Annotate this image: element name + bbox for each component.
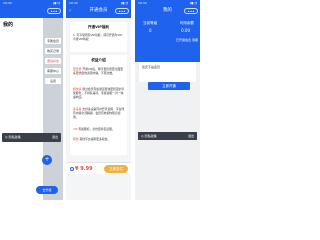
rights-item: 超快速 通过会员专属通道更快更稳定的享受服务，不排队等待，专属客服一对一快速响应…	[73, 87, 125, 99]
membership-card: 您还不是会员	[139, 62, 196, 82]
rights-item: 多设备 支持多设备同时登录使用，平台所有内容全部解锁，会员有效期内随意使用。	[73, 107, 125, 119]
membership-status: 您还不是会员	[142, 65, 161, 69]
side-tag[interactable]: 邀请好友	[45, 58, 61, 64]
rights-item: 更优质 开通VIP后，畅享更优质更全面更多更优质的资源内容，不限次数。	[73, 67, 125, 75]
side-tag[interactable]: 客服中心	[45, 68, 61, 74]
rights-item-text: 专属图标，身份更尊贵显眼。	[78, 127, 115, 131]
my-account-screen: 19:34 ▮▮ ◔ 我的 ••• 当前等级 可用余额 0 0.00 已开通会员…	[135, 0, 200, 200]
benefit-heading: 开通VIP福利	[87, 25, 110, 29]
privacy-link[interactable]: ◎ 隐私政策	[141, 132, 157, 140]
menu-capsule-button[interactable]: •••	[115, 8, 129, 14]
privacy-link[interactable]: ◎ 隐私政策	[5, 133, 21, 142]
balance-value: 0.00	[181, 28, 190, 33]
rights-item: 其他 其他平台福利更多权益。	[73, 137, 125, 141]
side-tag[interactable]: 专属会员	[45, 38, 61, 44]
logout-link[interactable]: 退出	[52, 133, 58, 142]
top-bar: 19:34 ▮▮ ◔ 我的 •••	[135, 0, 200, 18]
vip-purchase-screen: 19:30 ▮▮ ◔ ‹ 开通会员 ••• 开通VIP福利 1. 可享受所有VI…	[66, 0, 131, 200]
side-tag[interactable]: 购买记录	[45, 48, 61, 54]
logout-link[interactable]: 退出	[188, 132, 194, 140]
top-bar: 19:30 ▮▮ ◔ ‹ 开通会员 •••	[66, 0, 131, 18]
agree-checkbox[interactable]	[70, 167, 74, 171]
checkout-bar: ¥ 9.99 立即支付	[66, 162, 131, 174]
level-value: 0	[149, 28, 152, 33]
upgrade-button[interactable]: 去升级	[36, 186, 58, 194]
benefit-line: 1. 可享受所有VIP功能，即可开通为VIP，享受VIP特权	[73, 33, 125, 41]
status-icons: ▮▮ ◔	[190, 1, 197, 5]
status-time: 19:30	[69, 1, 78, 5]
menu-capsule-button[interactable]: •••	[47, 8, 61, 14]
status-icons: ▮▮ ◔	[121, 1, 128, 5]
drawer-heading: 我的	[3, 22, 14, 28]
rights-card: 权益介绍 更优质 开通VIP后，畅享更优质更全面更多更优质的资源内容，不限次数。…	[70, 55, 127, 155]
activate-membership-button[interactable]: 立即开通	[148, 82, 190, 90]
add-icon[interactable]: +	[42, 155, 52, 165]
rights-heading: 权益介绍	[91, 58, 106, 62]
drawer-scrim[interactable]	[43, 18, 63, 200]
status-icons: ▮▮ ◔	[53, 1, 60, 5]
menu-capsule-button[interactable]: •••	[184, 8, 198, 14]
account-footer: ◎ 隐私政策 退出	[138, 132, 197, 140]
rights-item-tag: 其他	[73, 137, 79, 141]
profile-drawer-screen: 19:34 ▮▮ ◔ ••• 我的 专属会员 购买记录 邀请好友 客服中心 设置…	[0, 0, 63, 200]
top-bar: 19:34 ▮▮ ◔ •••	[0, 0, 63, 18]
pay-now-button[interactable]: 立即支付	[104, 165, 128, 173]
rights-item: VIP 专属图标，身份更尊贵显眼。	[73, 127, 125, 131]
membership-note: 已开通会员 到期	[176, 38, 198, 42]
rights-item-text: 通过会员专属通道更快更稳定的享受服务，不排队等待，专属客服一对一快速响应。	[73, 87, 125, 99]
account-summary: 当前等级 可用余额 0 0.00 已开通会员 到期	[135, 18, 200, 62]
rights-item-text: 其他平台福利更多权益。	[79, 137, 111, 141]
rights-item-text: 开通VIP后，畅享更优质更全面更多更优质的资源内容，不限次数。	[73, 67, 124, 75]
status-time: 19:34	[3, 1, 12, 5]
drawer-footer: ◎ 隐私政策 退出	[2, 133, 61, 142]
side-drawer: 我的	[0, 18, 43, 200]
balance-label: 可用余额	[179, 21, 194, 25]
price-label: ¥ 9.99	[75, 166, 93, 172]
side-tag[interactable]: 设置	[45, 78, 61, 84]
benefit-card: 开通VIP福利 1. 可享受所有VIP功能，即可开通为VIP，享受VIP特权	[70, 22, 127, 52]
rights-item-text: 支持多设备同时登录使用，平台所有内容全部解锁，会员有效期内随意使用。	[73, 107, 125, 119]
level-label: 当前等级	[143, 21, 158, 25]
status-time: 19:34	[138, 1, 147, 5]
rights-item-tag: VIP	[73, 127, 78, 131]
